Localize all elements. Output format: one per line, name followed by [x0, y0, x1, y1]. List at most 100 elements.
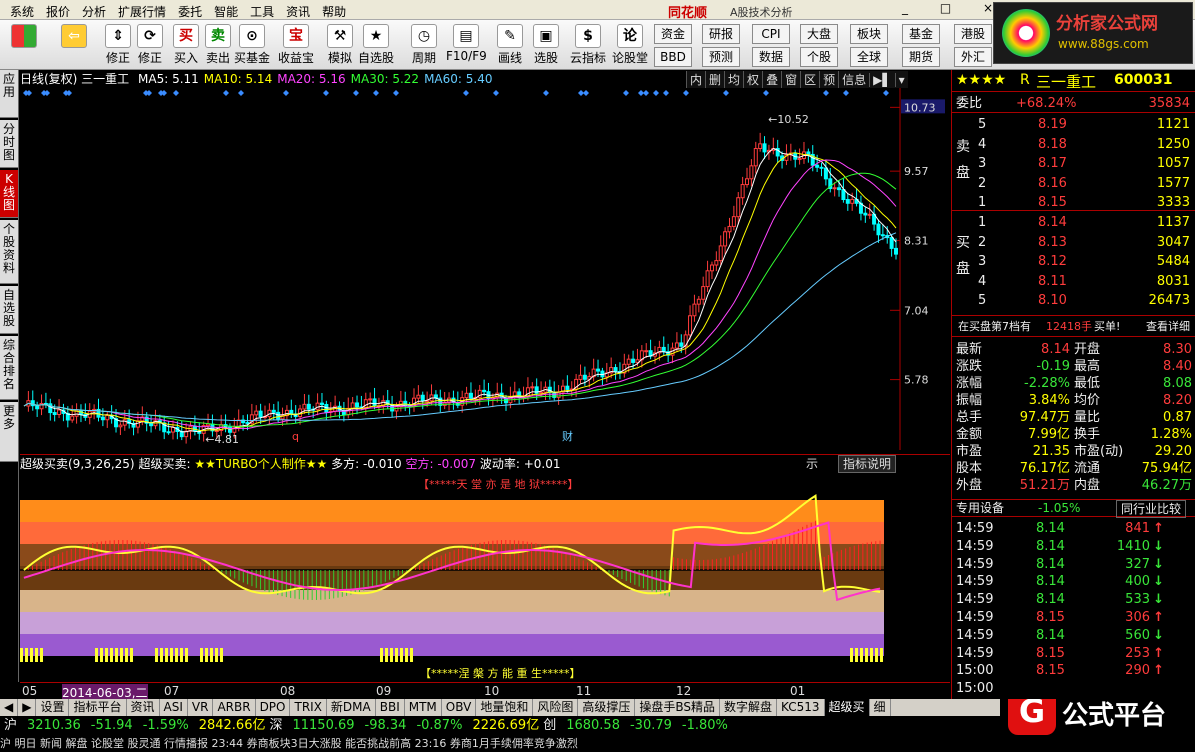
indicator-tab-8[interactable]: DPO — [256, 699, 291, 716]
panel-tab-4[interactable]: 叠 — [762, 71, 781, 88]
indicator-help-button[interactable]: 指标说明 — [838, 455, 897, 473]
quick-btn-11[interactable]: 期货 — [902, 47, 940, 67]
signal-block — [385, 648, 388, 662]
toolbar-btn-12[interactable]: ✎ 画线 — [490, 24, 530, 66]
indicator-tab-20[interactable]: 超级买 — [824, 699, 870, 716]
side-tab-5[interactable]: 综合排名 — [0, 336, 18, 400]
indicator-tab-0[interactable]: ◀ — [0, 699, 19, 716]
menu-item-7[interactable]: 资讯 — [280, 0, 316, 19]
indicator-tab-21[interactable]: 细 — [870, 699, 891, 716]
toolbar-btn-8[interactable]: ⚒ 模拟 — [320, 24, 360, 66]
window-controls[interactable]: _ □ × — [902, 1, 1007, 15]
view-detail-link[interactable]: 查看详细 — [1146, 316, 1190, 338]
toolbar-btn-15[interactable]: 论论股堂 — [610, 24, 650, 66]
sell-row-2[interactable]: 3 8.17 1057 — [952, 154, 1195, 173]
menu-item-8[interactable]: 帮助 — [316, 0, 352, 19]
sell-row-1[interactable]: 4 8.18 1250 — [952, 135, 1195, 154]
toolbar-btn-14[interactable]: $ 云指标 — [568, 24, 608, 66]
indicator-tab-2[interactable]: 设置 — [36, 699, 70, 716]
buy-row-2[interactable]: 3 8.12 5484 — [952, 252, 1195, 271]
indicator-tab-6[interactable]: VR — [188, 699, 214, 716]
buy-row-1[interactable]: 2 8.13 3047 — [952, 233, 1195, 252]
buy-row-0[interactable]: 1 8.14 1137 — [952, 213, 1195, 232]
indicator-tab-11[interactable]: BBI — [376, 699, 405, 716]
toolbar-btn-11[interactable]: ▤ F10/F9 — [446, 24, 487, 63]
toolbar-btn-7[interactable]: 宝收益宝 — [276, 24, 316, 66]
indicator-tab-12[interactable]: MTM — [405, 699, 442, 716]
industry-compare-button[interactable]: 同行业比较 — [1116, 500, 1187, 518]
indicator-tab-16[interactable]: 高级撑压 — [578, 699, 636, 716]
toolbar-btn-10[interactable]: ◷ 周期 — [404, 24, 444, 66]
indicator-tab-13[interactable]: OBV — [442, 699, 477, 716]
panel-tab-5[interactable]: 窗 — [781, 71, 800, 88]
toolbar-btn-3[interactable]: ⟳ 修正 — [130, 24, 170, 66]
indicator-chart[interactable]: 【*****天 堂 亦 是 地 狱*****】【*****涅 槃 方 能 重 生… — [20, 472, 950, 682]
sell-row-3[interactable]: 2 8.16 1577 — [952, 174, 1195, 193]
indicator-tab-3[interactable]: 指标平台 — [69, 699, 127, 716]
toolbar-btn-13[interactable]: ▣ 选股 — [526, 24, 566, 66]
panel-tab-10[interactable]: ▾ — [894, 73, 908, 87]
side-tab-0[interactable]: 应用 — [0, 70, 18, 118]
indicator-tab-5[interactable]: ASI — [160, 699, 188, 716]
panel-tab-6[interactable]: 区 — [800, 71, 819, 88]
side-tab-1[interactable]: 分时图 — [0, 120, 18, 168]
sell-row-0[interactable]: 5 8.19 1121 — [952, 115, 1195, 134]
quick-btn-12[interactable]: 港股 — [954, 24, 992, 44]
menu-item-2[interactable]: 分析 — [76, 0, 112, 19]
quick-btn-4[interactable]: CPI — [752, 24, 790, 44]
side-tab-6[interactable]: 更多 — [0, 402, 18, 462]
candle-body — [118, 424, 123, 428]
indicator-tab-1[interactable]: ▶ — [18, 699, 37, 716]
buy-row-4[interactable]: 5 8.10 26473 — [952, 291, 1195, 310]
toolbar-btn-0[interactable]: ▦ — [6, 24, 42, 49]
indicator-tab-14[interactable]: 地量饱和 — [476, 699, 534, 716]
panel-tab-0[interactable]: 内 — [686, 71, 705, 88]
quick-btn-13[interactable]: 外汇 — [954, 47, 992, 67]
sector-row[interactable]: 专用设备 -1.05% 同行业比较 — [952, 499, 1195, 518]
price-chart[interactable]: 10.73 9.57 8.31 7.04 5.78 ←10.52 ←4.81 q 财 — [20, 88, 950, 450]
quick-btn-2[interactable]: 研报 — [702, 24, 740, 44]
panel-tab-9[interactable]: ▶▌ — [869, 73, 894, 87]
quick-btn-0[interactable]: 资金 — [654, 24, 692, 44]
quick-btn-8[interactable]: 板块 — [850, 24, 888, 44]
side-tab-3[interactable]: 个股资料 — [0, 220, 18, 284]
quick-btn-10[interactable]: 基金 — [902, 24, 940, 44]
menu-item-5[interactable]: 智能 — [208, 0, 244, 19]
side-tab-4[interactable]: 自选股 — [0, 286, 18, 334]
panel-tab-1[interactable]: 删 — [705, 71, 724, 88]
menu-item-3[interactable]: 扩展行情 — [112, 0, 172, 19]
quick-btn-5[interactable]: 数据 — [752, 47, 790, 67]
panel-tab-8[interactable]: 信息 — [838, 71, 869, 88]
news-ticker[interactable]: 沪 明日 新闻 解盘 论股堂 股灵通 行情播报 23:44 券商板块3日大涨股 … — [0, 736, 1195, 752]
big-order-notice[interactable]: 在买盘第7档有 12418手 买单! 查看详细 — [952, 315, 1195, 337]
indicator-tab-10[interactable]: 新DMA — [327, 699, 376, 716]
chart-area[interactable]: 日线(复权) 三一重工 MA5: 5.11 MA10: 5.14 MA20: 5.1… — [20, 70, 950, 682]
menu-item-4[interactable]: 委托 — [172, 0, 208, 19]
indicator-tab-15[interactable]: 风险图 — [533, 699, 579, 716]
finance-mark[interactable]: 财 — [562, 429, 573, 443]
indicator-tab-9[interactable]: TRIX — [290, 699, 327, 716]
panel-tab-3[interactable]: 权 — [743, 71, 762, 88]
event-mark[interactable]: q — [292, 430, 299, 443]
quick-btn-3[interactable]: 预测 — [702, 47, 740, 67]
indicator-tab-4[interactable]: 资讯 — [127, 699, 160, 716]
indicator-tab-7[interactable]: ARBR — [213, 699, 256, 716]
toolbar-btn-9[interactable]: ★ 自选股 — [356, 24, 396, 66]
menu-item-1[interactable]: 报价 — [40, 0, 76, 19]
quick-btn-1[interactable]: BBD — [654, 47, 692, 67]
indicator-tab-18[interactable]: 数字解盘 — [720, 699, 778, 716]
quick-btn-9[interactable]: 全球 — [850, 47, 888, 67]
indicator-tab-19[interactable]: KC513 — [777, 699, 825, 716]
quick-btn-7[interactable]: 个股 — [800, 47, 838, 67]
panel-tab-2[interactable]: 均 — [724, 71, 743, 88]
menu-item-0[interactable]: 系统 — [4, 0, 40, 19]
toolbar-btn-1[interactable]: ⇦ — [54, 24, 94, 49]
indicator-tab-17[interactable]: 操盘手BS精品 — [635, 699, 721, 716]
quick-btn-6[interactable]: 大盘 — [800, 24, 838, 44]
toolbar-btn-6[interactable]: ⊙ 买基金 — [232, 24, 272, 66]
panel-tab-7[interactable]: 预 — [819, 71, 838, 88]
buy-row-3[interactable]: 4 8.11 8031 — [952, 272, 1195, 291]
menu-item-6[interactable]: 工具 — [244, 0, 280, 19]
indicator-btn[interactable]: 示 — [806, 455, 818, 473]
side-tab-2[interactable]: K线图 — [0, 170, 18, 218]
